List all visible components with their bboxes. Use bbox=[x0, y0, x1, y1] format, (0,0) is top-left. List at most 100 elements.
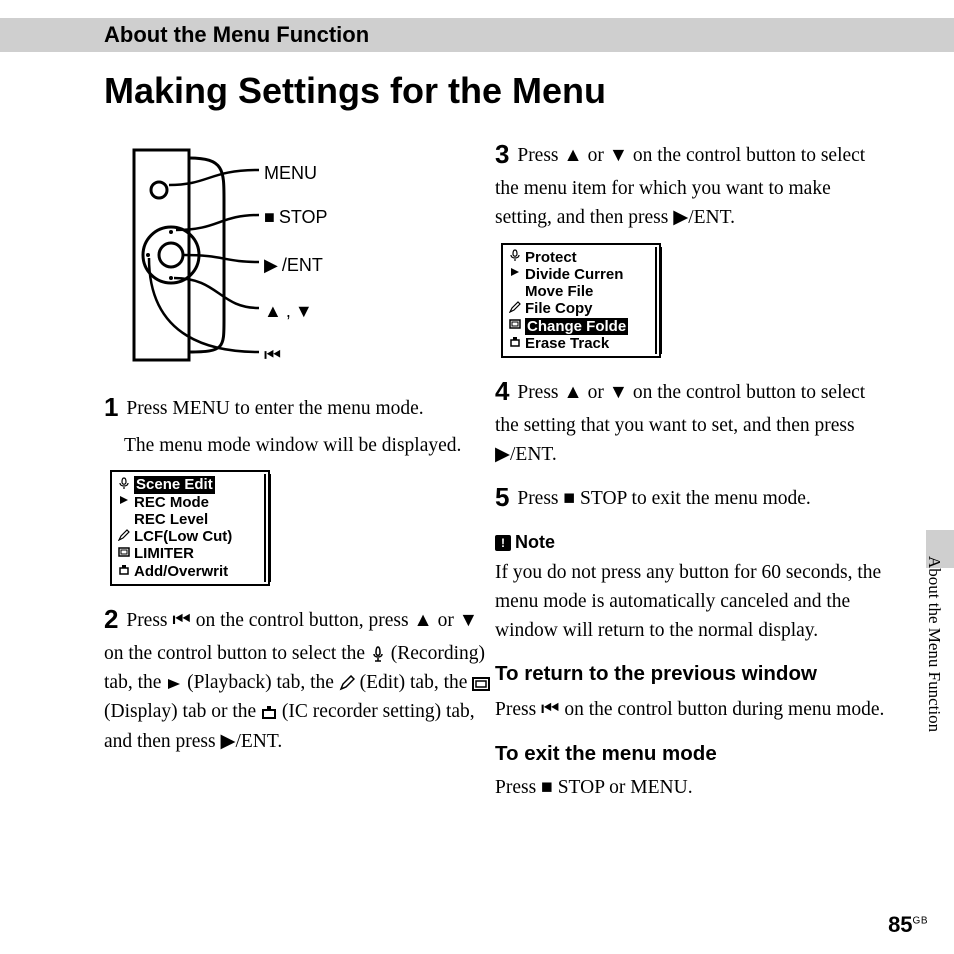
lcd1-rows: Scene EditREC ModeREC LevelLCF(Low Cut)L… bbox=[114, 474, 266, 582]
mic-icon bbox=[116, 477, 132, 493]
left-column: MENU STOP /ENT , 1 Press MENU to enter bbox=[104, 135, 492, 764]
lcd-row: Add/Overwrit bbox=[116, 563, 264, 580]
lcd-row: REC Mode bbox=[116, 494, 264, 511]
lcd-row: Erase Track bbox=[507, 335, 655, 352]
disp-icon bbox=[116, 546, 132, 562]
page-title: Making Settings for the Menu bbox=[104, 70, 606, 112]
step-3-frag: /ENT. bbox=[688, 207, 735, 228]
mic-icon bbox=[507, 249, 523, 265]
step-2-frag: (Display) tab or the bbox=[104, 701, 261, 722]
step-1-text-a: Press MENU to enter the menu mode. bbox=[126, 398, 423, 419]
step-1-text-b: The menu mode window will be displayed. bbox=[124, 431, 492, 460]
play-icon bbox=[673, 206, 688, 228]
lcd-row-text: Change Folde bbox=[525, 318, 628, 335]
lcd-row-text: Scene Edit bbox=[134, 476, 215, 493]
lcd-row-text: Move File bbox=[525, 283, 593, 300]
lcd-row: REC Level bbox=[116, 511, 264, 528]
step-4-frag: or bbox=[588, 382, 609, 403]
step-number-5: 5 bbox=[495, 482, 509, 512]
step-5: 5 Press STOP to exit the menu mode. bbox=[495, 478, 890, 517]
down-icon bbox=[609, 381, 628, 403]
lcd2-rows: ProtectDivide CurrenMove FileFile CopyCh… bbox=[505, 247, 657, 355]
up-icon bbox=[563, 381, 582, 403]
play-icon bbox=[507, 266, 523, 282]
diagram-label-prev bbox=[264, 342, 281, 370]
step-number-3: 3 bbox=[495, 139, 509, 169]
step-1: 1 Press MENU to enter the menu mode. The… bbox=[104, 388, 492, 460]
lcd-row-text: REC Mode bbox=[134, 494, 209, 511]
set-icon bbox=[507, 335, 523, 351]
lcd-row-text: REC Level bbox=[134, 511, 208, 528]
lcd-row-text: LCF(Low Cut) bbox=[134, 528, 232, 545]
step-2-frag: (Playback) tab, the bbox=[187, 672, 339, 693]
lcd-row-text: Add/Overwrit bbox=[134, 563, 228, 580]
playback-icon bbox=[166, 677, 182, 691]
play-icon bbox=[495, 443, 510, 465]
device-diagram: MENU STOP /ENT , bbox=[124, 140, 454, 370]
prev-track-icon bbox=[172, 609, 190, 631]
step-3-frag: Press bbox=[517, 145, 563, 166]
side-section-label: About the Menu Function bbox=[924, 556, 944, 732]
down-icon bbox=[459, 609, 478, 631]
note-body: If you do not press any button for 60 se… bbox=[495, 558, 890, 646]
lcd-screenshot-2: ProtectDivide CurrenMove FileFile CopyCh… bbox=[501, 243, 661, 359]
step-3: 3 Press or on the control button to sele… bbox=[495, 135, 890, 233]
edit-icon bbox=[339, 675, 355, 691]
note-heading: !Note bbox=[495, 529, 890, 556]
lcd-row: File Copy bbox=[507, 300, 655, 317]
lcd-row: LIMITER bbox=[116, 545, 264, 562]
up-icon bbox=[563, 144, 582, 166]
note-icon: ! bbox=[495, 535, 511, 551]
subheading-return: To return to the previous window bbox=[495, 659, 890, 690]
lcd-row: Change Folde bbox=[507, 318, 655, 335]
stop-icon bbox=[541, 776, 553, 798]
play-icon bbox=[220, 730, 235, 752]
play-icon bbox=[264, 252, 278, 279]
exit-body: Press STOP or MENU. bbox=[495, 773, 890, 802]
prev-track-icon bbox=[264, 342, 281, 370]
disp-icon bbox=[507, 318, 523, 334]
step-number-2: 2 bbox=[104, 604, 118, 634]
lcd-row-text: LIMITER bbox=[134, 545, 194, 562]
mic-icon bbox=[370, 646, 386, 662]
lcd1-edge bbox=[269, 474, 271, 582]
step-2-frag: on the control button, press bbox=[196, 610, 414, 631]
step-4-frag: Press bbox=[517, 382, 563, 403]
diagram-label-stop: STOP bbox=[264, 204, 328, 231]
step-2: 2 Press on the control button, press or … bbox=[104, 600, 492, 756]
settings-icon bbox=[261, 704, 277, 720]
manual-page: About the Menu Function Making Settings … bbox=[0, 0, 954, 954]
step-2-frag: on the control button to select the bbox=[104, 643, 370, 664]
edit-icon bbox=[507, 301, 523, 317]
lcd-row-text: Protect bbox=[525, 249, 577, 266]
lcd-row-text: File Copy bbox=[525, 300, 593, 317]
edit-icon bbox=[116, 529, 132, 545]
return-body: Press on the control button during menu … bbox=[495, 694, 890, 725]
step-2-frag: or bbox=[438, 610, 459, 631]
diagram-label-menu: MENU bbox=[264, 160, 317, 187]
up-icon bbox=[264, 298, 282, 325]
display-icon bbox=[472, 677, 490, 691]
subheading-exit: To exit the menu mode bbox=[495, 739, 890, 770]
up-icon bbox=[413, 609, 432, 631]
lcd-row-text: Erase Track bbox=[525, 335, 609, 352]
step-4: 4 Press or on the control button to sele… bbox=[495, 372, 890, 470]
diagram-label-updown: , bbox=[264, 298, 313, 325]
step-2-frag: /ENT. bbox=[235, 731, 282, 752]
lcd2-edge bbox=[660, 247, 662, 355]
section-heading: About the Menu Function bbox=[104, 22, 369, 48]
right-column: 3 Press or on the control button to sele… bbox=[495, 135, 890, 813]
step-4-frag: /ENT. bbox=[510, 444, 557, 465]
prev-track-icon bbox=[541, 698, 559, 720]
lcd-screenshot-1: Scene EditREC ModeREC LevelLCF(Low Cut)L… bbox=[110, 470, 270, 586]
step-5-frag: STOP to exit the menu mode. bbox=[580, 488, 811, 509]
down-icon bbox=[609, 144, 628, 166]
diagram-label-ent: /ENT bbox=[264, 252, 323, 279]
stop-icon bbox=[264, 204, 275, 231]
lcd-row: Scene Edit bbox=[116, 476, 264, 493]
page-number: 85GB bbox=[888, 912, 928, 938]
lcd-row: Divide Curren bbox=[507, 266, 655, 283]
step-5-frag: Press bbox=[517, 488, 563, 509]
lcd-row-text: Divide Curren bbox=[525, 266, 623, 283]
lcd-row: Move File bbox=[507, 283, 655, 300]
